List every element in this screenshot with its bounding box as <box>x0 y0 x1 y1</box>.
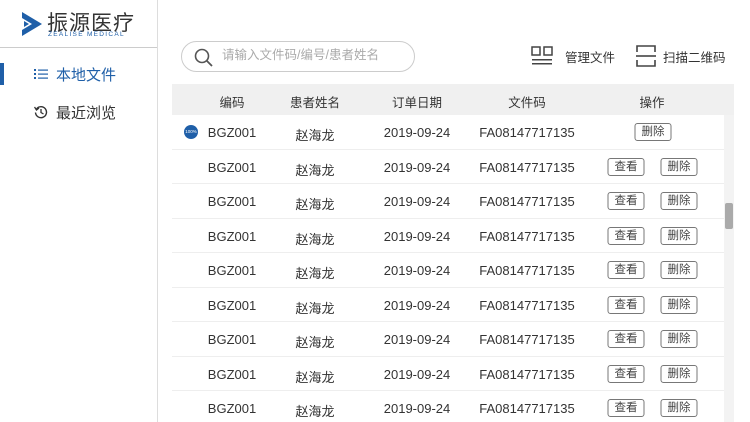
cell-file-code: FA08147717135 <box>479 263 575 278</box>
sidebar-item-local-files[interactable]: 本地文件 <box>0 59 157 89</box>
view-button[interactable]: 查看 <box>607 157 645 176</box>
table-header: 编码 患者姓名 订单日期 文件码 操作 <box>172 84 734 115</box>
table-row[interactable]: 100% BGZ001 赵海龙 2019-09-24 FA08147717135 删… <box>172 115 724 150</box>
cell-file-code: FA08147717135 <box>479 228 575 244</box>
cell-date: 2019-09-24 <box>383 332 451 347</box>
scan-icon <box>636 45 656 67</box>
cell-file-code: FA08147717135 <box>479 194 575 209</box>
delete-button[interactable]: 删除 <box>660 364 698 383</box>
history-icon <box>34 106 48 119</box>
delete-button[interactable]: 删除 <box>660 226 698 245</box>
table-row[interactable]: BGZ001 赵海龙 2019-09-24 FA08147717135 查看 删除 <box>172 357 724 391</box>
search-box[interactable] <box>181 41 415 72</box>
cell-code: BGZ001 <box>207 228 257 244</box>
cell-patient: 赵海龙 <box>295 128 335 143</box>
header-file-code: 文件码 <box>508 96 546 110</box>
cell-date: 2019-09-24 <box>383 228 451 244</box>
view-button[interactable]: 查看 <box>607 295 645 314</box>
header-date: 订单日期 <box>391 96 443 110</box>
delete-button[interactable]: 删除 <box>660 295 698 314</box>
cell-code: BGZ001 <box>207 159 257 175</box>
manage-icon <box>531 46 553 65</box>
header-actions: 操作 <box>639 96 665 110</box>
progress-badge: 100% <box>184 125 198 139</box>
cell-code: BGZ001 <box>207 297 257 313</box>
manage-files-button[interactable]: 管理文件 <box>531 44 615 68</box>
cell-date: 2019-09-24 <box>383 366 451 382</box>
cell-date: 2019-09-24 <box>383 297 451 313</box>
list-icon <box>34 69 48 79</box>
cell-code: BGZ001 <box>207 194 257 209</box>
cell-date: 2019-09-24 <box>383 194 451 209</box>
cell-code: BGZ001 <box>207 263 257 278</box>
table-row[interactable]: BGZ001 赵海龙 2019-09-24 FA08147717135 查看 删除 <box>172 391 724 422</box>
sidebar: 振源医疗 ZEALISE MEDICAL 本地文件 最近浏览 <box>0 0 158 422</box>
table-row[interactable]: BGZ001 赵海龙 2019-09-24 FA08147717135 查看 删除 <box>172 184 724 219</box>
cell-patient: 赵海龙 <box>295 335 335 350</box>
logo-icon <box>22 12 42 36</box>
view-button[interactable]: 查看 <box>607 330 645 348</box>
header-code: 编码 <box>219 96 245 110</box>
cell-file-code: FA08147717135 <box>479 401 575 416</box>
delete-button[interactable]: 删除 <box>660 261 698 279</box>
delete-button[interactable]: 删除 <box>660 157 698 176</box>
logo: 振源医疗 ZEALISE MEDICAL <box>0 0 157 48</box>
brand-subtitle: ZEALISE MEDICAL <box>48 31 125 38</box>
table-row[interactable]: BGZ001 赵海龙 2019-09-24 FA08147717135 查看 删除 <box>172 253 724 288</box>
cell-date: 2019-09-24 <box>383 401 451 416</box>
view-button[interactable]: 查看 <box>607 364 645 383</box>
cell-file-code: FA08147717135 <box>479 159 575 175</box>
cell-code: BGZ001 <box>207 401 257 416</box>
cell-date: 2019-09-24 <box>383 263 451 278</box>
cell-patient: 赵海龙 <box>295 300 335 316</box>
table-row[interactable]: BGZ001 赵海龙 2019-09-24 FA08147717135 查看 删除 <box>172 219 724 253</box>
cell-file-code: FA08147717135 <box>479 125 575 140</box>
sidebar-item-label: 最近浏览 <box>56 104 117 122</box>
search-icon <box>194 48 213 67</box>
delete-button[interactable]: 删除 <box>660 192 698 210</box>
cell-date: 2019-09-24 <box>383 125 451 140</box>
view-button[interactable]: 查看 <box>607 226 645 245</box>
scan-qr-label: 扫描二维码 <box>663 50 726 65</box>
view-button[interactable]: 查看 <box>607 192 645 210</box>
scan-qr-button[interactable]: 扫描二维码 <box>636 44 726 68</box>
view-button[interactable]: 查看 <box>607 399 645 417</box>
sidebar-item-recent[interactable]: 最近浏览 <box>0 97 157 127</box>
delete-button[interactable]: 删除 <box>660 399 698 417</box>
cell-patient: 赵海龙 <box>295 404 335 419</box>
cell-code: BGZ001 <box>207 366 257 382</box>
table-row[interactable]: BGZ001 赵海龙 2019-09-24 FA08147717135 查看 删除 <box>172 288 724 322</box>
header-patient: 患者姓名 <box>289 96 341 110</box>
table-row[interactable]: BGZ001 赵海龙 2019-09-24 FA08147717135 查看 删除 <box>172 322 724 357</box>
sidebar-item-label: 本地文件 <box>56 66 117 84</box>
delete-button[interactable]: 删除 <box>660 330 698 348</box>
cell-patient: 赵海龙 <box>295 197 335 212</box>
cell-code: BGZ001 <box>207 125 257 140</box>
cell-file-code: FA08147717135 <box>479 366 575 382</box>
cell-patient: 赵海龙 <box>295 162 335 178</box>
cell-file-code: FA08147717135 <box>479 297 575 313</box>
scrollbar[interactable] <box>724 115 734 422</box>
table-row[interactable]: BGZ001 赵海龙 2019-09-24 FA08147717135 查看 删除 <box>172 150 724 184</box>
cell-patient: 赵海龙 <box>295 369 335 385</box>
cell-patient: 赵海龙 <box>295 231 335 247</box>
scrollbar-thumb[interactable] <box>725 203 733 229</box>
manage-files-label: 管理文件 <box>565 50 616 65</box>
cell-file-code: FA08147717135 <box>479 332 575 347</box>
cell-code: BGZ001 <box>207 332 257 347</box>
cell-date: 2019-09-24 <box>383 159 451 175</box>
search-input[interactable] <box>222 48 402 62</box>
file-table: 编码 患者姓名 订单日期 文件码 操作 100% BGZ001 赵海龙 2019-… <box>172 84 734 422</box>
delete-button[interactable]: 删除 <box>634 123 672 141</box>
cell-patient: 赵海龙 <box>295 266 335 281</box>
view-button[interactable]: 查看 <box>607 261 645 279</box>
